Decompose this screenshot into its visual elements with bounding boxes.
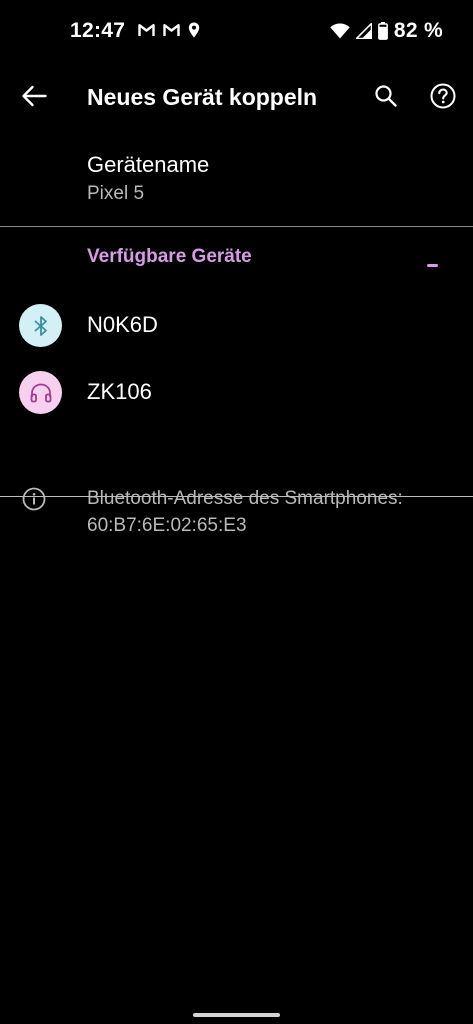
device-name-value: Pixel 5 <box>87 183 145 204</box>
headset-icon <box>30 383 51 402</box>
location-icon <box>188 22 200 38</box>
signal-icon <box>355 23 372 39</box>
bluetooth-address-info: Bluetooth-Adresse des Smartphones: 60:B7… <box>0 482 473 542</box>
search-icon <box>375 85 397 107</box>
bluetooth-address-text: Bluetooth-Adresse des Smartphones: 60:B7… <box>87 488 403 536</box>
battery-icon <box>378 22 388 40</box>
device-label: ZK106 <box>87 379 152 404</box>
device-item-n0k6d[interactable]: N0K6D <box>0 292 473 358</box>
available-devices-header: Verfügbare Geräte <box>87 246 252 267</box>
system-status-icons: 82 % <box>330 19 443 43</box>
back-arrow-icon <box>22 85 47 107</box>
notification-icons <box>138 22 200 38</box>
gesture-navigation-handle[interactable] <box>193 1013 280 1017</box>
help-icon <box>430 83 456 109</box>
device-avatar <box>19 371 62 414</box>
info-icon <box>22 487 46 511</box>
status-bar: 12:47 82 % <box>0 0 473 64</box>
status-time: 12:47 <box>70 19 126 42</box>
device-label: N0K6D <box>87 312 158 337</box>
scanning-progress-indicator <box>427 264 438 267</box>
device-name-setting[interactable]: Gerätename Pixel 5 <box>0 140 473 218</box>
battery-percentage: 82 % <box>393 19 443 42</box>
bluetooth-icon <box>34 315 47 336</box>
gmail-icon <box>138 24 155 36</box>
gmail-icon <box>163 24 180 36</box>
help-button[interactable] <box>423 76 463 116</box>
search-button[interactable] <box>366 76 406 116</box>
app-bar: Neues Gerät koppeln <box>0 66 473 128</box>
device-avatar <box>19 304 62 347</box>
wifi-icon <box>330 23 350 39</box>
page-title: Neues Gerät koppeln <box>87 84 318 110</box>
device-name-title: Gerätename <box>87 152 210 177</box>
device-item-zk106[interactable]: ZK106 <box>0 359 473 425</box>
back-button[interactable] <box>14 76 54 116</box>
divider <box>0 226 473 227</box>
divider <box>0 496 473 497</box>
